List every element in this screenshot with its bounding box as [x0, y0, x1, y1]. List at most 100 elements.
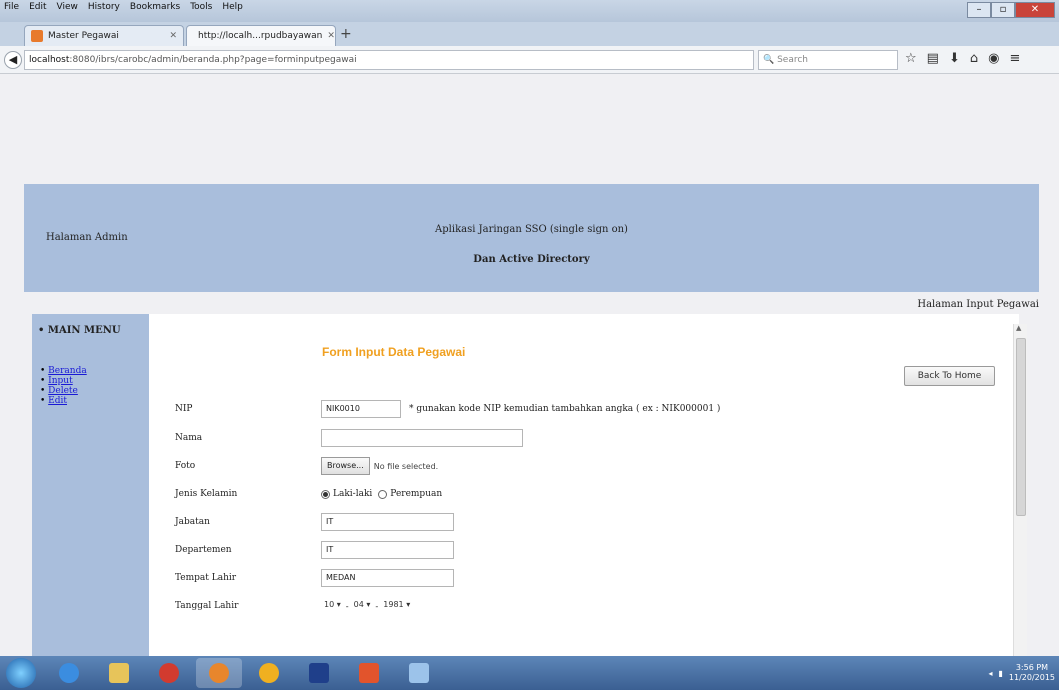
- pocket-icon[interactable]: ◉: [988, 51, 999, 66]
- new-tab-icon[interactable]: +: [340, 26, 352, 42]
- search-placeholder: Search: [777, 55, 809, 65]
- tanggal-lahir-label: Tanggal Lahir: [175, 601, 239, 611]
- departemen-row: Departemen IT: [175, 539, 454, 561]
- sidebar-menu: Beranda Input Delete Edit: [40, 366, 87, 406]
- content-scrollbar[interactable]: ▲: [1013, 324, 1027, 656]
- laki-laki-radio[interactable]: [321, 489, 330, 499]
- taskbar-xampp-icon[interactable]: [346, 658, 392, 688]
- network-icon[interactable]: ▮: [998, 669, 1002, 678]
- tab-localhost[interactable]: http://localh...rpudbayawan ✕: [186, 25, 336, 46]
- date-separator: -: [345, 601, 349, 611]
- tab-bar: Master Pegawai ✕ http://localh...rpudbay…: [0, 22, 1059, 46]
- form-title: Form Input Data Pegawai: [322, 345, 466, 359]
- tab-master-pegawai[interactable]: Master Pegawai ✕: [24, 25, 184, 46]
- year-select[interactable]: 1981 ▾: [380, 597, 413, 615]
- header-title: Aplikasi Jaringan SSO (single sign on): [435, 224, 628, 235]
- perempuan-label: Perempuan: [390, 489, 443, 499]
- chevron-down-icon: ▾: [366, 600, 371, 609]
- menu-bookmarks[interactable]: Bookmarks: [128, 2, 182, 12]
- menu-hamburger-icon[interactable]: ≡: [1009, 51, 1020, 66]
- no-file-text: No file selected.: [373, 461, 439, 471]
- taskbar-opera-icon[interactable]: [146, 658, 192, 688]
- browse-button[interactable]: Browse...: [321, 457, 370, 475]
- scroll-thumb[interactable]: [1016, 338, 1026, 516]
- taskbar: ◂ ▮ 3:56 PM 11/20/2015: [0, 656, 1059, 690]
- tab-label: Master Pegawai: [48, 31, 119, 41]
- speaker-icon[interactable]: ◂: [988, 669, 992, 678]
- title-bar: File Edit View History Bookmarks Tools H…: [0, 0, 1059, 22]
- date-separator: -: [375, 601, 379, 611]
- system-tray: ◂ ▮ 3:56 PM 11/20/2015: [988, 656, 1055, 690]
- tab-label: http://localh...rpudbayawan: [198, 31, 323, 41]
- jenis-kelamin-row: Jenis Kelamin Laki-laki Perempuan: [175, 483, 448, 505]
- url-host: localhost: [29, 55, 70, 65]
- download-icon[interactable]: ⬇: [949, 51, 960, 66]
- taskbar-firefox-icon[interactable]: [196, 658, 242, 688]
- jenis-kelamin-label: Jenis Kelamin: [175, 489, 238, 499]
- tempat-lahir-label: Tempat Lahir: [175, 573, 237, 583]
- navigation-bar: ◀ localhost:8080/ibrs/carobc/admin/beran…: [0, 46, 1059, 74]
- perempuan-radio[interactable]: [378, 489, 388, 499]
- menu-bar: File Edit View History Bookmarks Tools H…: [2, 2, 245, 12]
- clock[interactable]: 3:56 PM 11/20/2015: [1009, 663, 1055, 683]
- tempat-lahir-row: Tempat Lahir MEDAN: [175, 567, 454, 589]
- jabatan-row: Jabatan IT: [175, 511, 454, 533]
- minimize-button[interactable]: –: [967, 2, 991, 18]
- tempat-lahir-input[interactable]: MEDAN: [321, 569, 454, 587]
- foto-row: Foto Browse... No file selected.: [175, 455, 438, 477]
- menu-view[interactable]: View: [55, 2, 80, 12]
- laki-laki-label: Laki-laki: [333, 489, 373, 499]
- tanggal-lahir-row: Tanggal Lahir 10 ▾ - 04 ▾ - 1981 ▾: [175, 595, 413, 617]
- chevron-down-icon: ▾: [406, 600, 411, 609]
- header-subtitle: Dan Active Directory: [473, 254, 590, 265]
- foto-label: Foto: [175, 461, 196, 471]
- nama-row: Nama: [175, 427, 523, 449]
- jabatan-input[interactable]: IT: [321, 513, 454, 531]
- nip-hint: * gunakan kode NIP kemudian tambahkan an…: [409, 404, 721, 414]
- beranda-link[interactable]: Beranda: [48, 366, 87, 376]
- departemen-input[interactable]: IT: [321, 541, 454, 559]
- bookmark-star-icon[interactable]: ☆: [905, 51, 917, 66]
- maximize-button[interactable]: ▫: [991, 2, 1015, 18]
- url-bar[interactable]: localhost:8080/ibrs/carobc/admin/beranda…: [24, 50, 754, 70]
- taskbar-ie-icon[interactable]: [46, 658, 92, 688]
- menu-edit[interactable]: Edit: [27, 2, 48, 12]
- close-window-button[interactable]: ✕: [1015, 2, 1055, 18]
- taskbar-window-icon[interactable]: [396, 658, 442, 688]
- back-arrow-icon[interactable]: ◀: [4, 51, 22, 69]
- search-input[interactable]: 🔍 Search: [758, 50, 898, 70]
- back-to-home-button[interactable]: Back To Home: [904, 366, 995, 386]
- start-button[interactable]: [6, 658, 36, 688]
- taskbar-mail-icon[interactable]: [296, 658, 342, 688]
- close-tab-icon[interactable]: ✕: [169, 31, 177, 41]
- close-tab-icon[interactable]: ✕: [327, 31, 335, 41]
- nip-label: NIP: [175, 404, 193, 414]
- window-controls: – ▫ ✕: [967, 2, 1055, 18]
- page-header: Halaman Admin Aplikasi Jaringan SSO (sin…: [24, 184, 1039, 292]
- sidebar-item-edit: Edit: [40, 396, 87, 406]
- home-icon[interactable]: ⌂: [970, 51, 978, 66]
- input-link[interactable]: Input: [48, 376, 73, 386]
- page-viewport: Halaman Admin Aplikasi Jaringan SSO (sin…: [0, 74, 1059, 656]
- scroll-up-icon[interactable]: ▲: [1016, 324, 1021, 332]
- page-label: Halaman Input Pegawai: [917, 299, 1039, 310]
- nama-input[interactable]: [321, 429, 523, 447]
- month-select[interactable]: 04 ▾: [351, 597, 374, 615]
- menu-file[interactable]: File: [2, 2, 21, 12]
- sidebar-title: • MAIN MENU: [38, 325, 121, 336]
- sidebar-item-input: Input: [40, 376, 87, 386]
- taskbar-explorer-icon[interactable]: [96, 658, 142, 688]
- nip-row: NIP NIK0010 * gunakan kode NIP kemudian …: [175, 398, 720, 420]
- delete-link[interactable]: Delete: [48, 386, 78, 396]
- clock-time: 3:56 PM: [1015, 663, 1049, 672]
- taskbar-app-icon[interactable]: [246, 658, 292, 688]
- toolbar-icons: ☆ ▤ ⬇ ⌂ ◉ ≡: [905, 51, 1020, 66]
- edit-link[interactable]: Edit: [48, 396, 67, 406]
- menu-history[interactable]: History: [86, 2, 122, 12]
- url-path: :8080/ibrs/carobc/admin/beranda.php?page…: [69, 55, 357, 65]
- day-select[interactable]: 10 ▾: [321, 597, 344, 615]
- menu-tools[interactable]: Tools: [188, 2, 214, 12]
- bookmarks-list-icon[interactable]: ▤: [927, 51, 939, 66]
- nip-input[interactable]: NIK0010: [321, 400, 401, 418]
- menu-help[interactable]: Help: [220, 2, 245, 12]
